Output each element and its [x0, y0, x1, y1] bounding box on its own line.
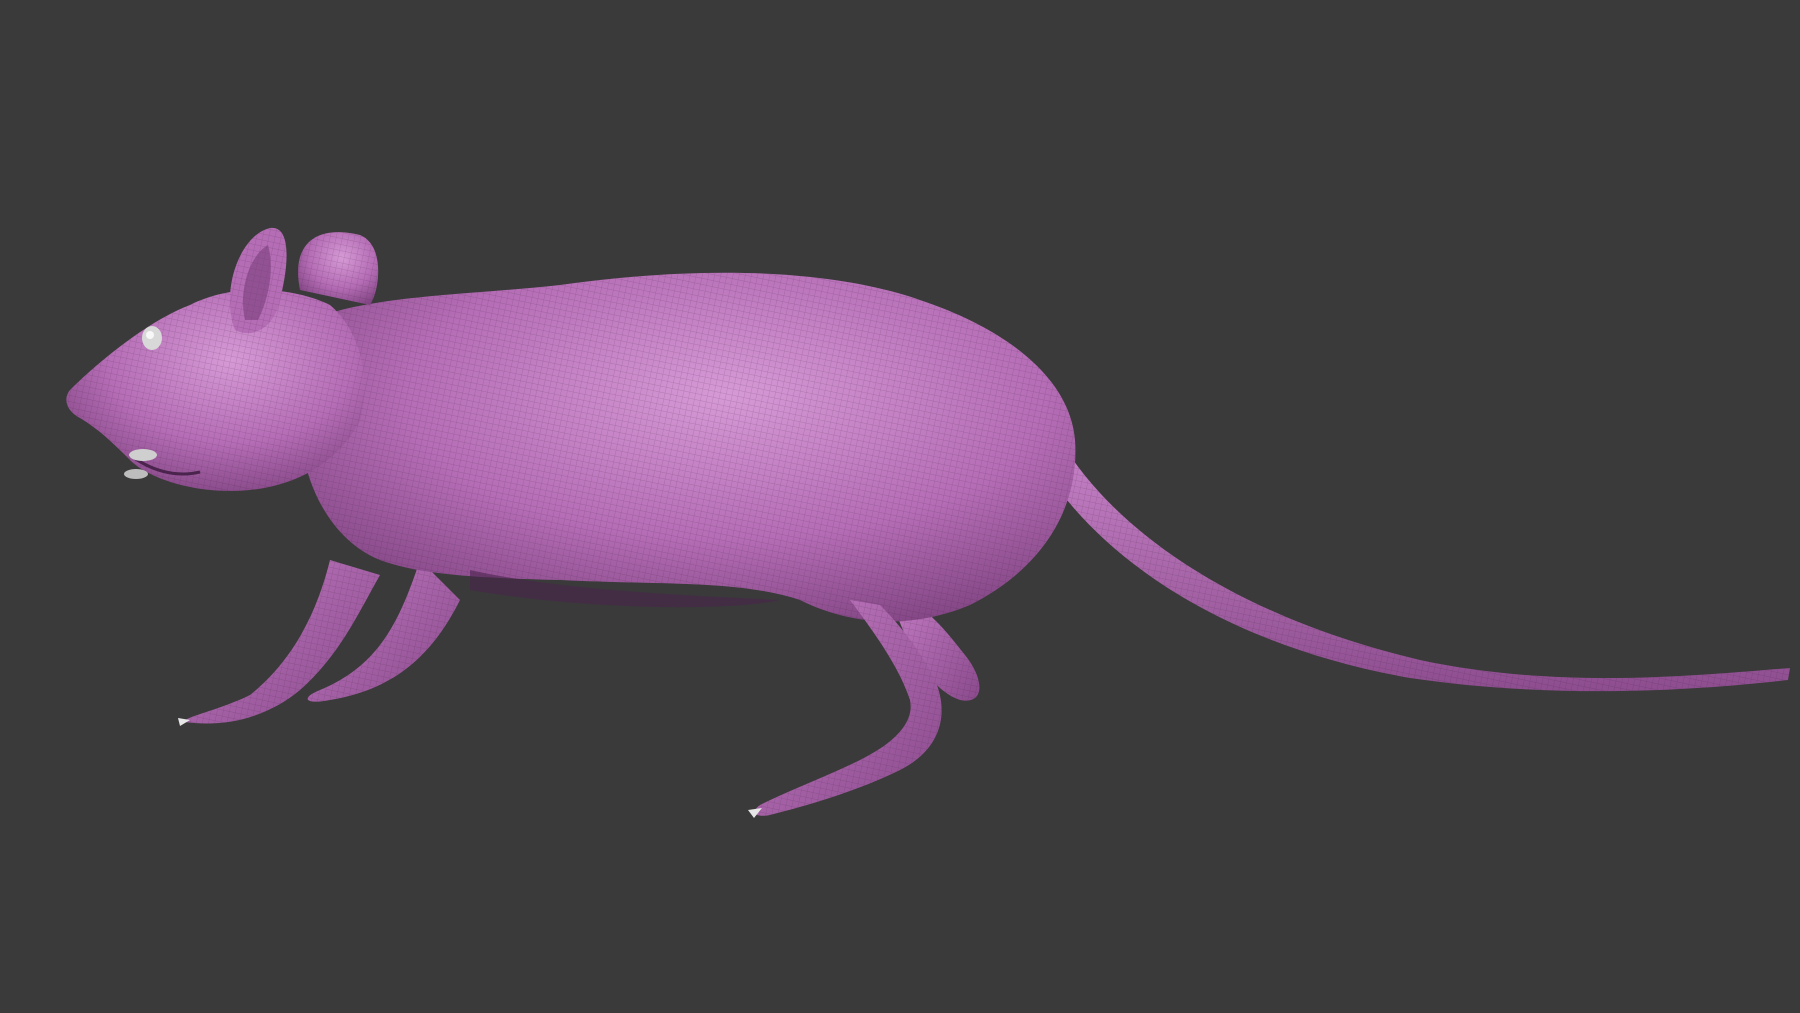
rat-body	[299, 272, 1076, 622]
rat-tail	[1045, 440, 1790, 692]
rat-eye	[142, 326, 162, 350]
rat-model-render[interactable]	[0, 0, 1800, 1013]
rat-front-leg-near	[178, 560, 380, 726]
3d-viewport[interactable]	[0, 0, 1800, 1013]
rat-head	[66, 289, 365, 491]
rat-ear-near	[298, 232, 379, 305]
